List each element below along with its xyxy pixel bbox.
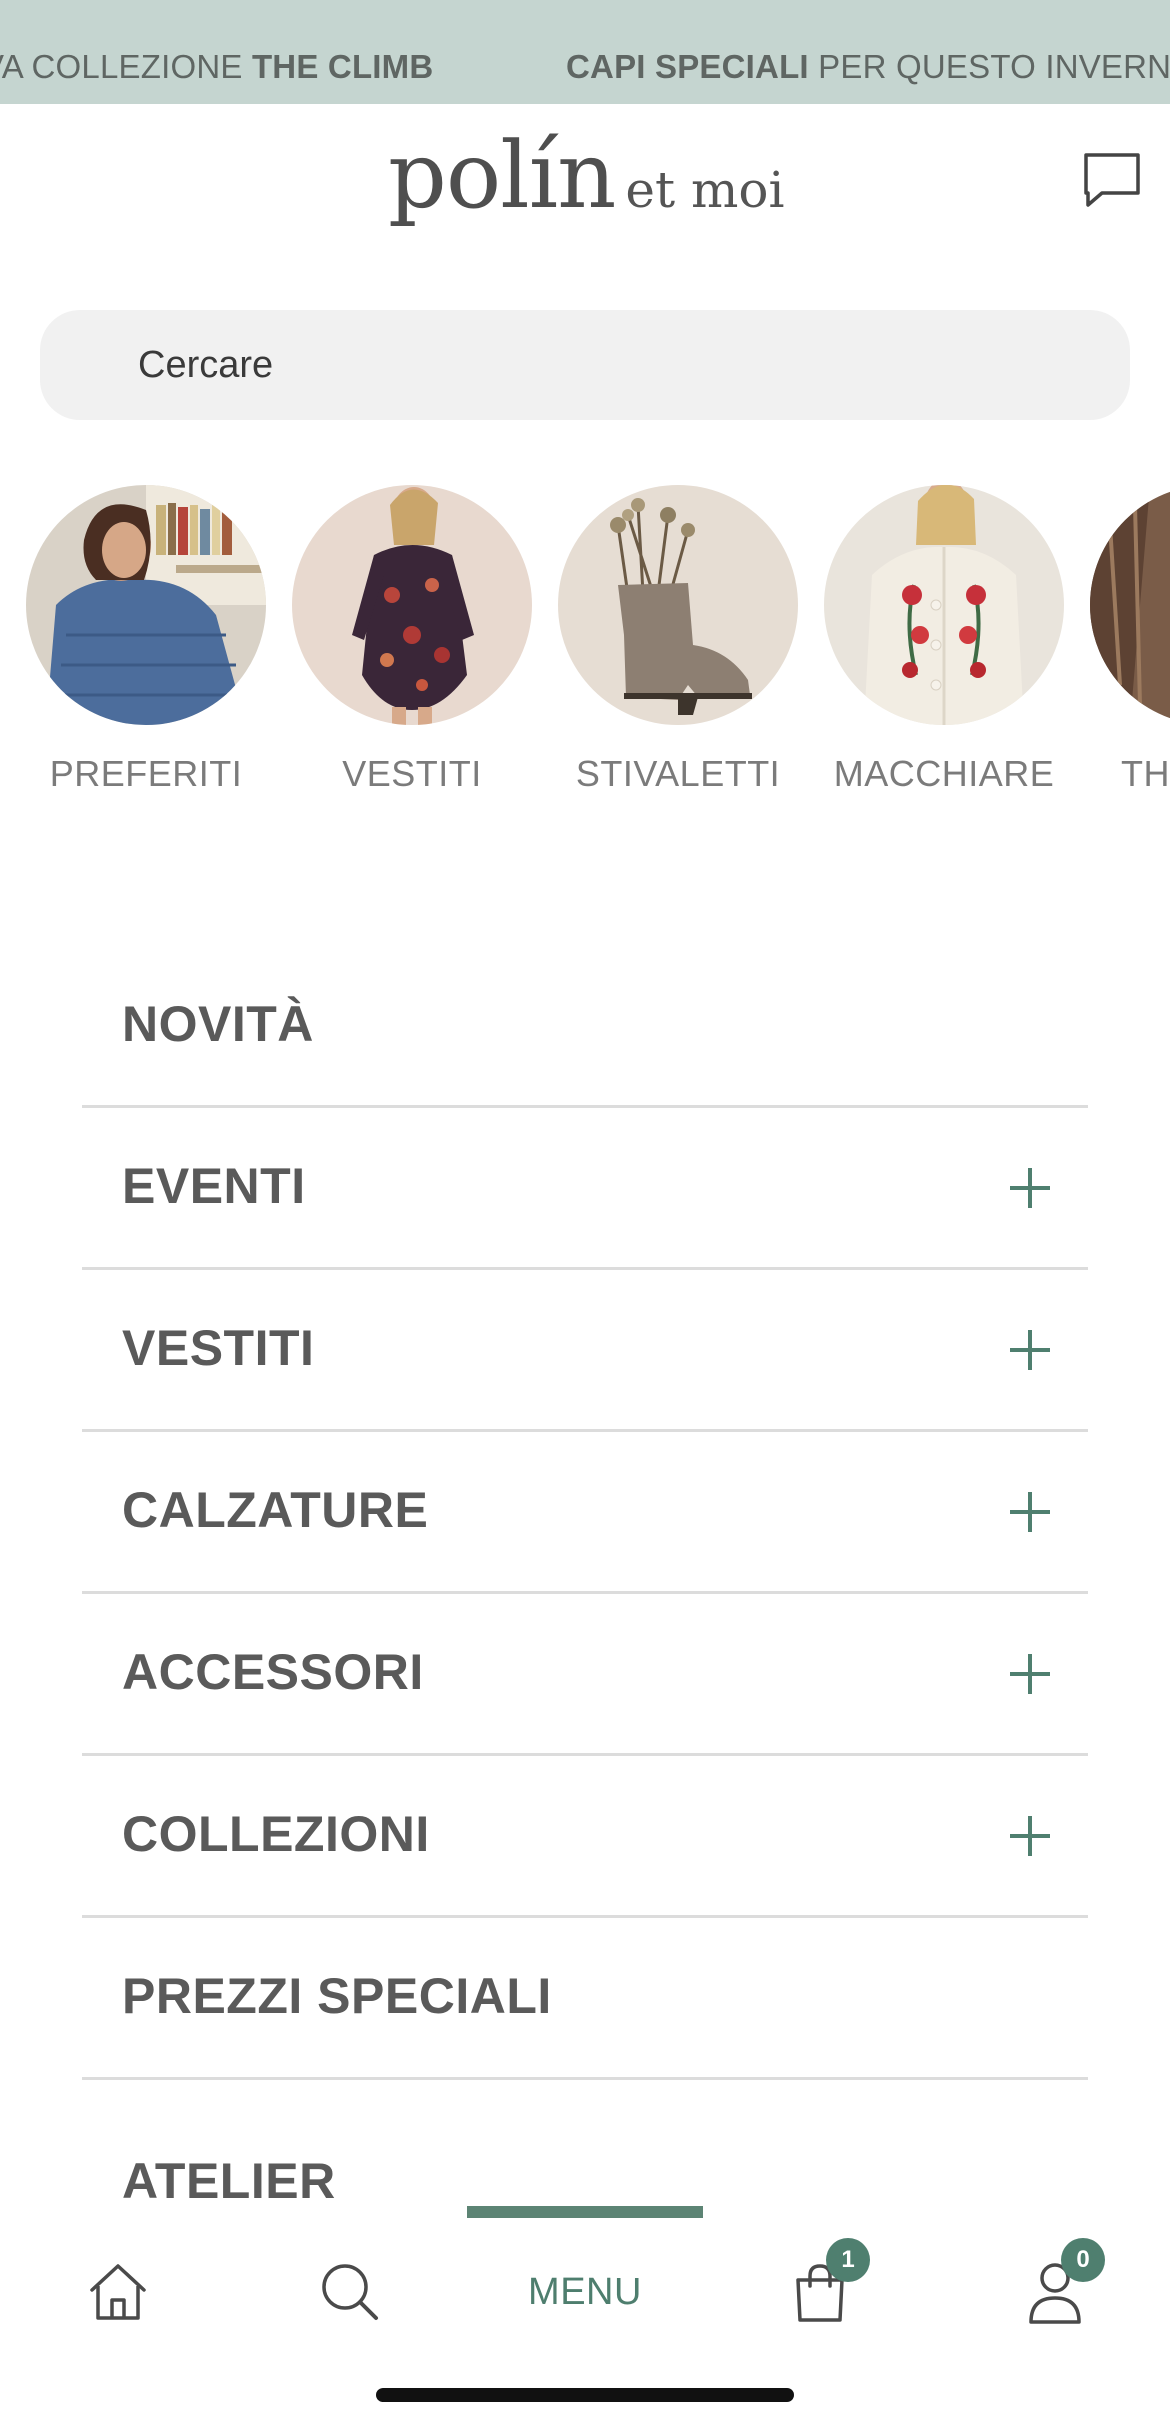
menu-item-label: CALZATURE [122,1482,429,1538]
category-stivaletti[interactable]: STIVALETTI [545,485,811,795]
plus-icon[interactable] [1010,1167,1050,1208]
menu-item-label: ACCESSORI [122,1644,424,1700]
plus-icon[interactable] [1010,1653,1050,1694]
category-macchiare[interactable]: MACCHIARE [811,485,1077,795]
cart-icon-wrap: 1 [788,2238,870,2324]
search-icon [322,2264,378,2320]
menu-item-calzature[interactable]: CALZATURE [82,1432,1088,1594]
category-label: TH [1121,753,1170,794]
announcement-item-collection[interactable]: VA COLLEZIONE THE CLIMB [0,0,433,104]
brand-logo[interactable]: polín et moi [388,122,784,232]
category-label: MACCHIARE [833,753,1055,794]
account-count-badge: 0 [1061,2238,1105,2282]
category-carousel[interactable]: PREFERITI VESTITI STIVALETTI MACCHIARE T… [0,485,1170,815]
category-label: VESTITI [342,753,482,794]
menu-item-label: COLLEZIONI [122,1806,430,1862]
chat-bubble-icon [1084,153,1140,207]
category-image-partial [1090,485,1170,725]
menu-item-prezzi-speciali[interactable]: PREZZI SPECIALI [82,1918,1088,2080]
menu-item-novita[interactable]: NOVITÀ [82,965,1088,1108]
logo-main-text: polín [388,122,616,229]
category-label: STIVALETTI [575,753,781,794]
menu-item-vestiti[interactable]: VESTITI [82,1270,1088,1432]
home-indicator[interactable] [376,2388,794,2402]
plus-icon[interactable] [1010,1815,1050,1856]
category-partial[interactable]: TH [1077,485,1170,795]
nav-cart-button[interactable]: 1 [750,2238,890,2342]
menu-item-label: EVENTI [122,1158,306,1214]
announcement-item-specials[interactable]: CAPI SPECIALI PER QUESTO INVERNO [566,0,1170,104]
menu-item-label: PREZZI SPECIALI [122,1968,552,2024]
menu-item-accessori[interactable]: ACCESSORI [82,1594,1088,1756]
nav-search-button[interactable] [280,2242,420,2342]
header: polín et moi [0,104,1170,254]
search-input[interactable] [138,310,1038,420]
category-label: PREFERITI [49,753,243,794]
logo-sub-text: et moi [625,161,785,219]
category-image-stivaletti [558,485,798,725]
menu-item-atelier[interactable]: ATELIER [82,2080,1088,2210]
nav-account-button[interactable]: 0 [985,2238,1125,2342]
category-image-vestiti [292,485,532,725]
chat-button[interactable] [1080,149,1144,213]
active-tab-indicator [467,2206,703,2218]
bottom-navigation: MENU 1 0 [0,2206,1170,2426]
category-image-preferiti [26,485,266,725]
plus-icon[interactable] [1010,1491,1050,1532]
nav-menu-button[interactable]: MENU [515,2242,655,2342]
search-bar[interactable] [40,310,1130,420]
menu-item-label: ATELIER [122,2153,336,2209]
menu-item-collezioni[interactable]: COLLEZIONI [82,1756,1088,1918]
menu-item-eventi[interactable]: EVENTI [82,1108,1088,1270]
home-icon [90,2264,146,2320]
account-icon-wrap: 0 [1023,2238,1105,2324]
main-menu: NOVITÀ EVENTI VESTITI CALZATURE ACCESSOR… [82,965,1088,2210]
category-preferiti[interactable]: PREFERITI [13,485,279,795]
category-image-macchiare [824,485,1064,725]
nav-home-button[interactable] [48,2242,188,2342]
menu-item-label: VESTITI [122,1320,315,1376]
menu-item-label: NOVITÀ [122,996,314,1052]
category-vestiti[interactable]: VESTITI [279,485,545,795]
announcement-bar: VA COLLEZIONE THE CLIMB CAPI SPECIALI PE… [0,0,1170,104]
plus-icon[interactable] [1010,1329,1050,1370]
cart-count-badge: 1 [826,2238,870,2282]
